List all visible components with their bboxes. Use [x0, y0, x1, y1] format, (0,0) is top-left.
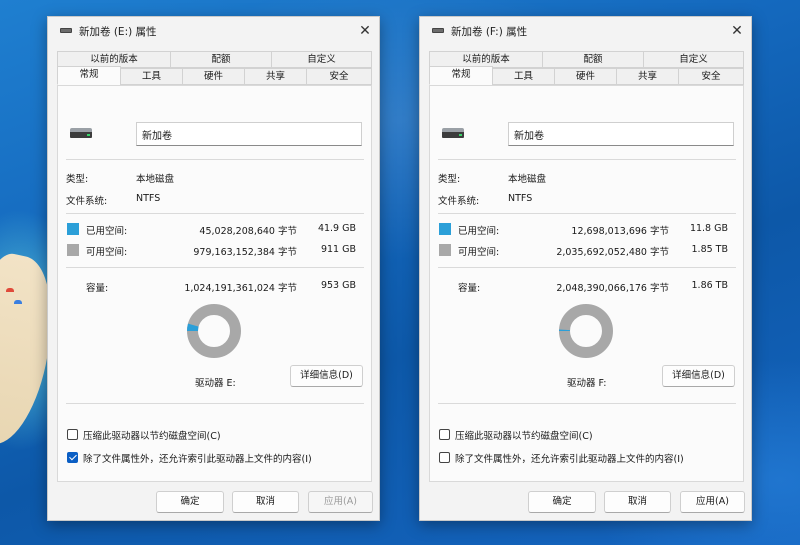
free-space-label: 可用空间:	[458, 247, 500, 258]
used-space-size: 41.9 GB	[317, 223, 356, 234]
tab-security[interactable]: 安全	[678, 68, 744, 85]
general-tab-panel: 类型: 本地磁盘 文件系统: NTFS 已用空间: 45,028,208,640…	[57, 85, 372, 482]
used-space-swatch	[439, 223, 451, 235]
separator	[438, 159, 736, 160]
filesystem-value: NTFS	[508, 193, 533, 204]
used-space-bytes: 45,028,208,640 字节	[199, 226, 297, 237]
title-bar[interactable]: 新加卷 (F:) 属性 ✕	[420, 17, 751, 45]
free-space-size: 1.85 TB	[691, 244, 729, 255]
general-tab-panel: 类型: 本地磁盘 文件系统: NTFS 已用空间: 12,698,013,696…	[429, 85, 744, 482]
capacity-bytes: 1,024,191,361,024 字节	[184, 283, 297, 294]
tab-sharing[interactable]: 共享	[244, 68, 307, 85]
compress-checkbox-label[interactable]: 压缩此驱动器以节约磁盘空间(C)	[455, 428, 593, 442]
details-button[interactable]: 详细信息(D)	[290, 365, 363, 387]
used-space-label: 已用空间:	[86, 226, 128, 237]
capacity-bytes: 2,048,390,066,176 字节	[556, 283, 669, 294]
free-space-bytes: 979,163,152,384 字节	[193, 247, 297, 258]
window-title: 新加卷 (E:) 属性	[79, 26, 157, 38]
window-title: 新加卷 (F:) 属性	[451, 26, 528, 38]
apply-button[interactable]: 应用(A)	[680, 491, 745, 513]
type-value: 本地磁盘	[508, 174, 547, 185]
cancel-button[interactable]: 取消	[604, 491, 671, 513]
drive-icon	[70, 128, 92, 138]
free-space-swatch	[439, 244, 451, 256]
compress-checkbox[interactable]	[439, 429, 450, 440]
wallpaper-umbrella	[14, 300, 22, 304]
capacity-label: 容量:	[86, 283, 109, 294]
tab-tools[interactable]: 工具	[120, 68, 183, 85]
type-label: 类型:	[438, 174, 461, 185]
volume-name-input[interactable]	[508, 122, 734, 146]
ok-button[interactable]: 确定	[156, 491, 224, 513]
capacity-size: 1.86 TB	[691, 280, 729, 291]
wallpaper-umbrella	[6, 288, 14, 292]
tab-tools[interactable]: 工具	[492, 68, 555, 85]
details-button[interactable]: 详细信息(D)	[662, 365, 735, 387]
used-space-size: 11.8 GB	[689, 223, 728, 234]
capacity-size: 953 GB	[320, 280, 356, 291]
index-checkbox-label[interactable]: 除了文件属性外，还允许索引此驱动器上文件的内容(I)	[83, 451, 312, 465]
tab-sharing[interactable]: 共享	[616, 68, 679, 85]
close-button[interactable]: ✕	[355, 21, 375, 41]
tab-security[interactable]: 安全	[306, 68, 372, 85]
free-space-bytes: 2,035,692,052,480 字节	[556, 247, 669, 258]
tab-quota[interactable]: 配额	[170, 51, 272, 68]
compress-checkbox[interactable]	[67, 429, 78, 440]
filesystem-label: 文件系统:	[438, 196, 480, 207]
ok-button[interactable]: 确定	[528, 491, 596, 513]
filesystem-value: NTFS	[136, 193, 161, 204]
tab-customize[interactable]: 自定义	[643, 51, 744, 68]
tab-customize[interactable]: 自定义	[271, 51, 372, 68]
filesystem-label: 文件系统:	[66, 196, 108, 207]
disk-usage-donut	[187, 304, 241, 358]
tab-general[interactable]: 常规	[429, 66, 493, 85]
type-label: 类型:	[66, 174, 89, 185]
drive-icon	[442, 128, 464, 138]
compress-checkbox-label[interactable]: 压缩此驱动器以节约磁盘空间(C)	[83, 428, 221, 442]
index-checkbox[interactable]	[67, 452, 78, 463]
tab-general[interactable]: 常规	[57, 66, 121, 85]
drive-letter-label: 驱动器 E:	[195, 378, 236, 389]
tab-quota[interactable]: 配额	[542, 51, 644, 68]
separator	[438, 267, 736, 268]
apply-button[interactable]: 应用(A)	[308, 491, 373, 513]
type-value: 本地磁盘	[136, 174, 175, 185]
separator	[66, 213, 364, 214]
disk-usage-donut	[559, 304, 613, 358]
tab-hardware[interactable]: 硬件	[554, 68, 617, 85]
used-space-bytes: 12,698,013,696 字节	[571, 226, 669, 237]
drive-icon	[60, 28, 72, 33]
separator	[66, 159, 364, 160]
volume-name-input[interactable]	[136, 122, 362, 146]
properties-dialog-e: 新加卷 (E:) 属性 ✕ 以前的版本 配额 自定义 常规 工具 硬件 共享 安…	[47, 16, 380, 521]
drive-icon	[432, 28, 444, 33]
separator	[438, 213, 736, 214]
free-space-size: 911 GB	[320, 244, 356, 255]
used-space-swatch	[67, 223, 79, 235]
tab-hardware[interactable]: 硬件	[182, 68, 245, 85]
cancel-button[interactable]: 取消	[232, 491, 299, 513]
title-bar[interactable]: 新加卷 (E:) 属性 ✕	[48, 17, 379, 45]
free-space-label: 可用空间:	[86, 247, 128, 258]
free-space-arc	[559, 304, 613, 358]
separator	[66, 267, 364, 268]
free-space-swatch	[67, 244, 79, 256]
close-button[interactable]: ✕	[727, 21, 747, 41]
index-checkbox-label[interactable]: 除了文件属性外，还允许索引此驱动器上文件的内容(I)	[455, 451, 684, 465]
drive-letter-label: 驱动器 F:	[567, 378, 607, 389]
separator	[66, 403, 364, 404]
used-space-label: 已用空间:	[458, 226, 500, 237]
capacity-label: 容量:	[458, 283, 481, 294]
free-space-arc	[187, 304, 241, 358]
properties-dialog-f: 新加卷 (F:) 属性 ✕ 以前的版本 配额 自定义 常规 工具 硬件 共享 安…	[419, 16, 752, 521]
index-checkbox[interactable]	[439, 452, 450, 463]
separator	[438, 403, 736, 404]
